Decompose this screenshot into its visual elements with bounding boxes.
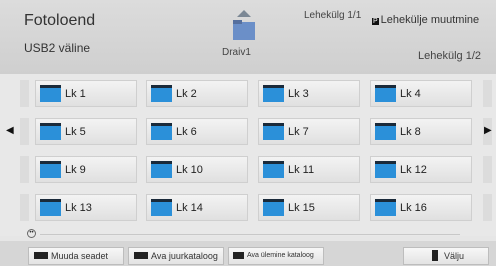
folder-tile[interactable]: Lk 13 xyxy=(35,194,137,221)
folder-label: Lk 8 xyxy=(400,126,421,138)
open-parent-label: Ava ülemine kataloog xyxy=(247,252,314,259)
change-settings-button[interactable]: Muuda seadet xyxy=(28,247,124,265)
folder-icon xyxy=(151,85,172,102)
folder-tile[interactable]: Lk 5 xyxy=(35,118,137,145)
folder-icon xyxy=(151,161,172,178)
open-root-button[interactable]: Ava juurkataloog xyxy=(128,247,224,265)
color-key-icon xyxy=(233,252,244,259)
page-change-hint: P Lehekülje muutmine xyxy=(372,14,479,26)
page-indicator-top: Lehekülg 1/1 xyxy=(304,10,362,21)
folder-tile[interactable]: Lk 3 xyxy=(258,80,360,107)
folder-label: Lk 9 xyxy=(65,164,86,176)
folder-icon xyxy=(151,123,172,140)
folder-icon xyxy=(151,199,172,216)
page-change-label: Lehekülje muutmine xyxy=(380,14,480,26)
folder-tile[interactable]: Lk 9 xyxy=(35,156,137,183)
folder-label: Lk 10 xyxy=(176,164,203,176)
scroll-handle-icon[interactable]: •• xyxy=(27,229,36,238)
drive-label: Draiv1 xyxy=(222,47,251,58)
drive-folder-icon xyxy=(233,10,255,40)
exit-key-icon xyxy=(432,250,438,261)
folder-label: Lk 13 xyxy=(65,202,92,214)
folder-icon xyxy=(263,123,284,140)
folder-tile[interactable]: Lk 1 xyxy=(35,80,137,107)
folder-grid: ◀ ▶ Lk 1 Lk 2 Lk 3 Lk 4 Lk 5 Lk 6 Lk 7 L… xyxy=(0,74,496,236)
grid-edge-right xyxy=(483,156,492,183)
source-label: USB2 väline xyxy=(24,41,91,55)
folder-tile[interactable]: Lk 2 xyxy=(146,80,248,107)
folder-icon xyxy=(263,161,284,178)
p-key-icon: P xyxy=(372,18,379,25)
folder-icon xyxy=(40,85,61,102)
open-root-label: Ava juurkataloog xyxy=(151,251,218,261)
folder-label: Lk 7 xyxy=(288,126,309,138)
folder-tile[interactable]: Lk 6 xyxy=(146,118,248,145)
prev-arrow-icon[interactable]: ◀ xyxy=(6,125,14,136)
folder-label: Lk 6 xyxy=(176,126,197,138)
open-parent-button[interactable]: Ava ülemine kataloog xyxy=(228,247,324,265)
grid-edge-right xyxy=(483,80,492,107)
header-bar: Fotoloend USB2 väline Draiv1 Lehekülg 1/… xyxy=(0,0,496,74)
color-key-icon xyxy=(134,252,148,259)
folder-icon xyxy=(375,85,396,102)
folder-icon xyxy=(375,161,396,178)
folder-label: Lk 1 xyxy=(65,88,86,100)
folder-tile[interactable]: Lk 15 xyxy=(258,194,360,221)
folder-icon xyxy=(40,199,61,216)
folder-label: Lk 5 xyxy=(65,126,86,138)
folder-icon xyxy=(375,199,396,216)
scrollbar-track[interactable] xyxy=(40,234,460,235)
folder-icon xyxy=(375,123,396,140)
folder-tile[interactable]: Lk 12 xyxy=(370,156,472,183)
folder-tile[interactable]: Lk 11 xyxy=(258,156,360,183)
folder-icon xyxy=(263,85,284,102)
folder-tile[interactable]: Lk 7 xyxy=(258,118,360,145)
grid-edge-left xyxy=(20,80,29,107)
folder-label: Lk 3 xyxy=(288,88,309,100)
grid-edge-right xyxy=(483,194,492,221)
folder-tile[interactable]: Lk 14 xyxy=(146,194,248,221)
change-settings-label: Muuda seadet xyxy=(51,251,109,261)
folder-icon xyxy=(40,161,61,178)
folder-icon xyxy=(263,199,284,216)
grid-edge-left xyxy=(20,156,29,183)
drive-button[interactable] xyxy=(224,10,264,51)
folder-tile[interactable]: Lk 10 xyxy=(146,156,248,183)
exit-label: Välju xyxy=(444,251,465,261)
folder-label: Lk 16 xyxy=(400,202,427,214)
folder-label: Lk 12 xyxy=(400,164,427,176)
page-indicator-right: Lehekülg 1/2 xyxy=(418,50,481,62)
page-title: Fotoloend xyxy=(24,12,96,29)
folder-label: Lk 14 xyxy=(176,202,203,214)
footer-bar: Muuda seadet Ava juurkataloog Ava ülemin… xyxy=(0,241,496,266)
folder-label: Lk 2 xyxy=(176,88,197,100)
folder-icon xyxy=(40,123,61,140)
grid-edge-left xyxy=(20,194,29,221)
exit-button[interactable]: Välju xyxy=(403,247,489,265)
next-arrow-icon[interactable]: ▶ xyxy=(484,125,492,136)
folder-tile[interactable]: Lk 8 xyxy=(370,118,472,145)
folder-tile[interactable]: Lk 4 xyxy=(370,80,472,107)
color-key-icon xyxy=(34,252,48,259)
grid-edge-left xyxy=(20,118,29,145)
folder-label: Lk 15 xyxy=(288,202,315,214)
folder-tile[interactable]: Lk 16 xyxy=(370,194,472,221)
folder-label: Lk 4 xyxy=(400,88,421,100)
folder-label: Lk 11 xyxy=(288,164,315,176)
